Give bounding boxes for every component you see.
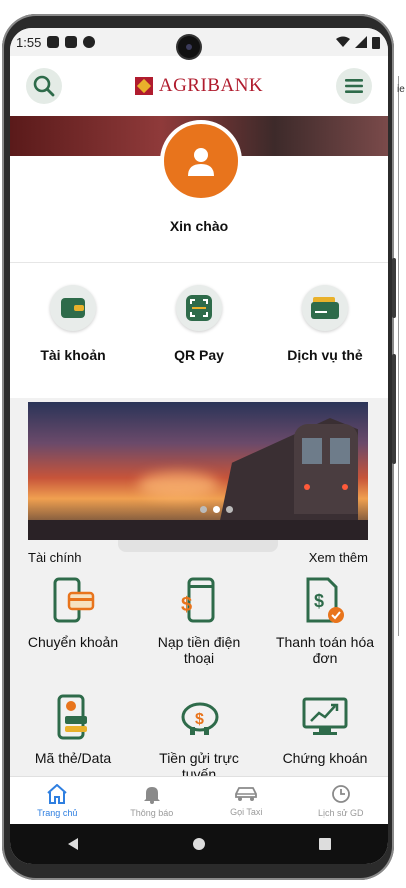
profile-hero: Xin chào (10, 116, 388, 260)
background-window-text: ie (397, 84, 405, 95)
notification-icon (47, 36, 60, 48)
status-time: 1:55 (16, 34, 42, 50)
transfer-icon (53, 577, 95, 623)
wifi-icon (336, 36, 350, 47)
nav-taxi[interactable]: Gọi Taxi (199, 777, 294, 825)
recents-icon[interactable] (318, 837, 332, 851)
card-data-icon (57, 694, 87, 740)
quick-action-account[interactable]: Tài khoản (10, 263, 136, 399)
home-circle-icon[interactable] (192, 837, 206, 851)
piggy-bank-icon: $ (181, 702, 219, 735)
bell-icon (143, 787, 160, 804)
svg-text:$: $ (314, 591, 324, 611)
car-icon (235, 787, 258, 801)
quick-action-icon-wrap (50, 285, 96, 331)
quick-action-label: Tài khoản (40, 347, 106, 363)
search-icon (33, 75, 55, 97)
service-online-deposit[interactable]: $ Tiền gửi trực tuyến (136, 692, 262, 788)
nav-label: Trang chủ (37, 808, 78, 818)
bill-payment-icon: $ (306, 577, 344, 623)
quick-actions: Tài khoản QR Pay Dịch vụ thẻ (10, 262, 388, 399)
train-window (330, 438, 350, 464)
svg-text:$: $ (195, 711, 204, 728)
services-grid: Chuyển khoản $ Nạp tiền điện thoại $ Tha… (10, 576, 388, 788)
train-window (302, 438, 322, 464)
section-title: Tài chính (28, 550, 82, 565)
home-icon (47, 784, 67, 804)
service-icon-wrap: $ (300, 576, 350, 626)
quick-action-label: Dịch vụ thẻ (287, 347, 363, 363)
service-icon-wrap: $ (174, 576, 224, 626)
section-header: Tài chính Xem thêm (28, 550, 368, 565)
quick-action-icon-wrap (302, 285, 348, 331)
quick-action-card-service[interactable]: Dịch vụ thẻ (262, 263, 388, 399)
pagination-dot-active[interactable] (213, 506, 220, 513)
service-icon-wrap (300, 692, 350, 742)
card-service-icon (311, 297, 339, 319)
see-more-link[interactable]: Xem thêm (309, 550, 368, 565)
signal-icon (355, 36, 367, 48)
system-nav-bar (10, 824, 388, 864)
power-button (392, 354, 396, 464)
pagination-dot[interactable] (200, 506, 207, 513)
avatar[interactable] (160, 120, 242, 202)
train-light (342, 484, 348, 490)
nav-label: Thông báo (130, 808, 174, 818)
banner-sunset-glow (138, 472, 218, 498)
clock-icon (331, 785, 350, 803)
sync-icon (83, 36, 96, 48)
user-icon (188, 148, 214, 176)
nav-home[interactable]: Trang chủ (10, 777, 105, 825)
banner-train-front (294, 424, 358, 514)
bottom-nav: Trang chủ Thông báo Gọi Taxi Lịch sử GD (10, 776, 388, 825)
app-screen: 1:55 AGRIBANK Xin chào Tài khoản QR Pay … (10, 28, 388, 864)
service-label: Nạp tiền điện thoại (157, 634, 241, 666)
service-icon-wrap (48, 692, 98, 742)
battery-icon (372, 36, 380, 49)
promo-banner[interactable] (28, 402, 368, 540)
services-section: Tài chính Xem thêm Chuyển khoản $ Nạp ti… (10, 398, 388, 794)
phone-frame: 1:55 AGRIBANK Xin chào Tài khoản QR Pay … (2, 14, 396, 880)
agribank-logo-icon (134, 77, 153, 95)
nav-label: Lịch sử GD (317, 808, 364, 818)
service-bill-payment[interactable]: $ Thanh toán hóa đơn (262, 576, 388, 698)
service-label: Thanh toán hóa đơn (275, 634, 375, 666)
sd-card-icon (65, 36, 78, 48)
nav-label: Gọi Taxi (230, 807, 263, 817)
qr-scan-icon (186, 295, 212, 321)
menu-button[interactable] (336, 68, 372, 104)
service-label: Mã thẻ/Data (34, 750, 112, 766)
pagination-dot[interactable] (226, 506, 233, 513)
nav-notifications[interactable]: Thông báo (105, 777, 200, 825)
search-button[interactable] (26, 68, 62, 104)
svg-text:$: $ (181, 594, 192, 616)
background-window-edge (398, 76, 406, 636)
quick-action-qr-pay[interactable]: QR Pay (136, 263, 262, 399)
greeting-text: Xin chào (169, 218, 229, 234)
back-icon[interactable] (66, 837, 80, 851)
brand-logo: AGRIBANK (134, 75, 264, 97)
stock-chart-icon (302, 697, 348, 735)
service-transfer[interactable]: Chuyển khoản (10, 576, 136, 698)
app-header: AGRIBANK (10, 56, 388, 116)
service-icon-wrap (48, 576, 98, 626)
service-label: Chuyển khoản (27, 634, 119, 650)
volume-button (392, 258, 396, 318)
service-icon-wrap: $ (174, 692, 224, 742)
phone-topup-icon: $ (181, 577, 215, 623)
service-phone-topup[interactable]: $ Nạp tiền điện thoại (136, 576, 262, 698)
nav-history[interactable]: Lịch sử GD (294, 777, 389, 825)
quick-action-icon-wrap (176, 285, 222, 331)
service-label: Chứng khoán (282, 750, 368, 766)
service-securities[interactable]: Chứng khoán (262, 692, 388, 788)
service-card-data[interactable]: Mã thẻ/Data (10, 692, 136, 788)
brand-name: AGRIBANK (158, 75, 264, 96)
quick-action-label: QR Pay (174, 347, 224, 363)
train-light (304, 484, 310, 490)
banner-rails (28, 520, 368, 540)
hamburger-icon (345, 79, 363, 93)
wallet-icon (61, 298, 85, 318)
banner-pagination (200, 506, 233, 513)
front-camera (178, 36, 200, 58)
